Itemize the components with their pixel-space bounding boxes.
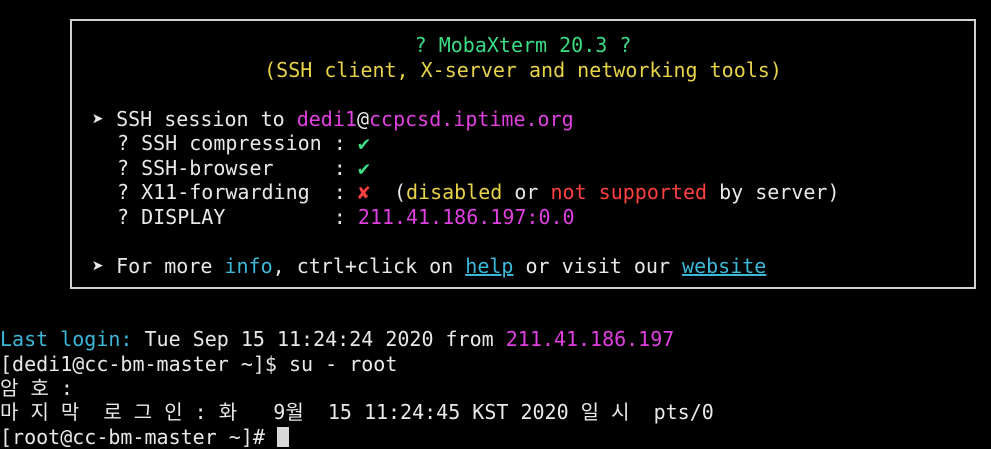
info-text: info [224, 254, 273, 278]
last-login-ip: 211.41.186.197 [505, 327, 675, 351]
session-user: dedi1 [296, 107, 357, 131]
bullet-arrow-icon: ➤ [92, 107, 105, 131]
banner-title: ? MobaXterm 20.3 ? [414, 33, 632, 57]
last-login-line: Last login: Tue Sep 15 11:24:24 2020 fro… [0, 327, 675, 351]
banner-subtitle: (SSH client, X-server and networking too… [264, 58, 782, 82]
check-icon: ✔ [357, 156, 370, 180]
x11-disabled: disabled [406, 180, 503, 204]
root-prompt: [root@cc-bm-master ~]# [0, 425, 277, 449]
welcome-banner: ? MobaXterm 20.3 ? (SSH client, X-server… [70, 19, 976, 289]
command-line-su: [dedi1@cc-bm-master ~]$ su - root [0, 352, 398, 376]
website-link[interactable]: website [682, 254, 766, 278]
option-display: ? DISPLAY : 211.41.186.197:0.0 [117, 205, 575, 229]
last-login-kr-line: 마 지 막 로 그 인 : 화 9월 15 11:24:45 KST 2020 … [0, 400, 714, 424]
check-icon: ✔ [357, 131, 370, 155]
display-value: 211.41.186.197:0.0 [357, 205, 575, 229]
help-link[interactable]: help [465, 254, 513, 278]
last-login-label: Last login: [0, 327, 133, 351]
option-ssh-compression: ? SSH compression : ✔ [117, 131, 370, 155]
banner-footer: ➤ For more info, ctrl+click on help or v… [92, 254, 767, 278]
session-host: ccpcsd.iptime.org [368, 107, 574, 131]
x11-not-supported: not supported [550, 180, 708, 204]
option-ssh-browser: ? SSH-browser : ✔ [117, 156, 370, 180]
root-prompt-line[interactable]: [root@cc-bm-master ~]# [0, 425, 289, 449]
bullet-arrow-icon: ➤ [92, 254, 105, 278]
option-x11-forwarding: ? X11-forwarding : ✘ (disabled or not su… [117, 180, 840, 204]
terminal-cursor[interactable] [276, 427, 289, 447]
ssh-session-line: ➤ SSH session to dedi1@ccpcsd.iptime.org [92, 107, 574, 131]
password-prompt: 암 호 : [0, 376, 73, 400]
cross-icon: ✘ [357, 180, 370, 204]
